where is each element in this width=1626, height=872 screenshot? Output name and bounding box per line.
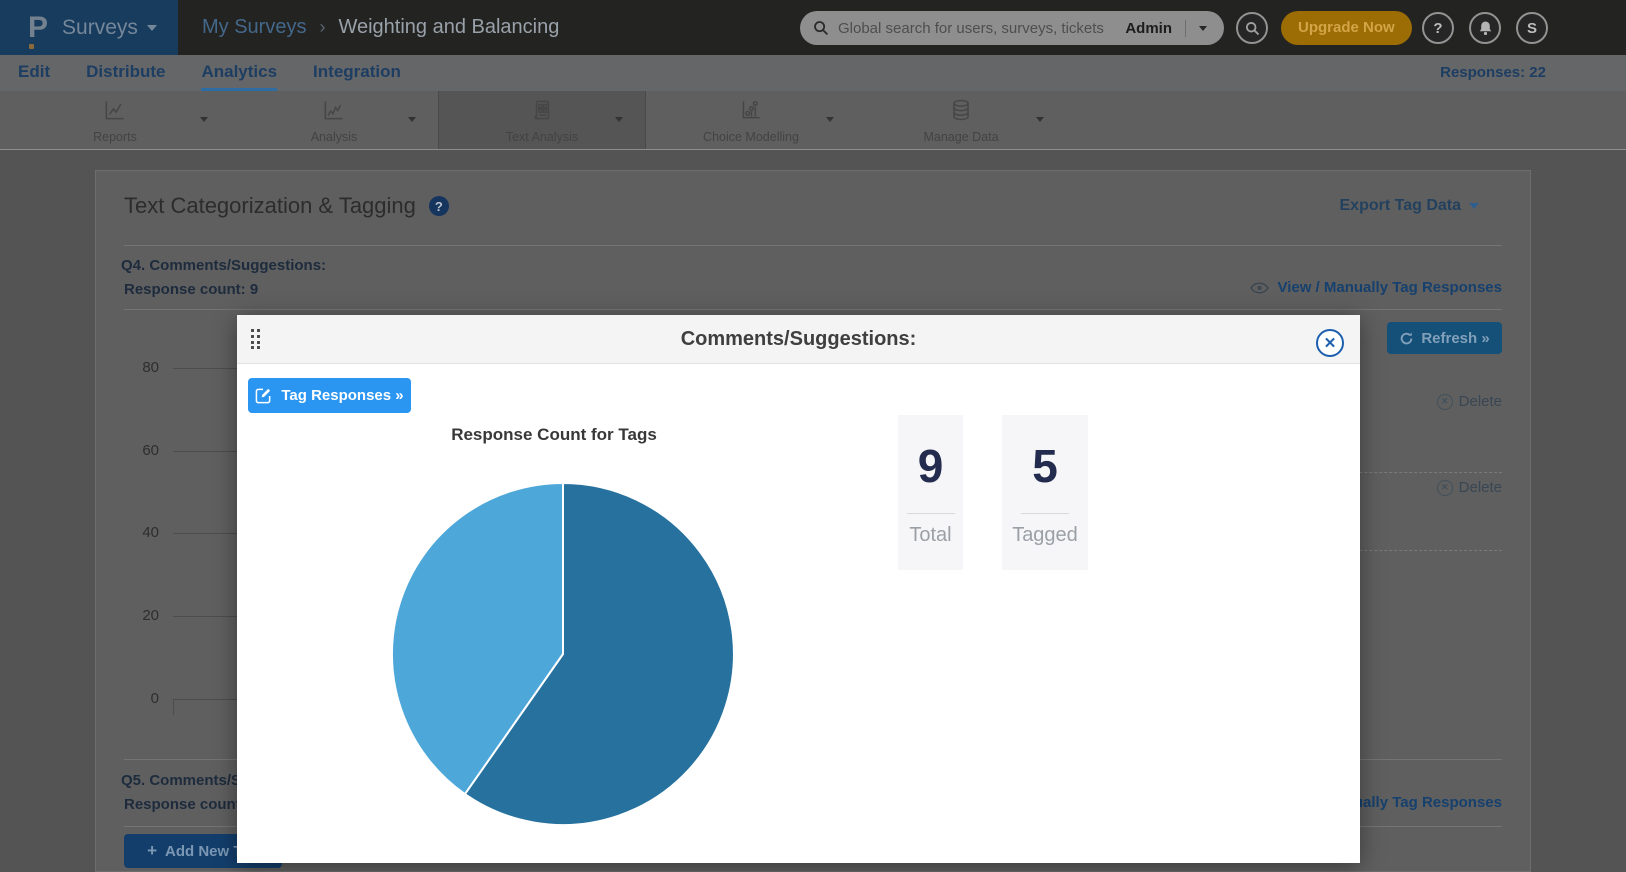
chevron-down-icon[interactable] [200,117,208,122]
tab-integration[interactable]: Integration [313,55,401,91]
drag-handle-icon[interactable] [251,329,260,350]
y-axis-tick: 40 [96,524,159,541]
search-placeholder: Global search for users, surveys, ticket… [838,20,1125,37]
divider [1021,513,1069,514]
export-tag-data-dropdown[interactable]: Export Tag Data [1340,197,1480,215]
line-chart-icon [102,97,128,128]
breadcrumb-current-survey: Weighting and Balancing [338,16,559,39]
divider [124,309,1502,310]
tag-responses-button[interactable]: Tag Responses » [248,378,411,413]
tag-delete-button[interactable]: ✕ Delete [1437,393,1502,410]
divider [124,245,1502,246]
y-axis-tick: 20 [96,607,159,624]
stat-total: 9 Total [898,415,963,570]
stat-tagged-value: 5 [1032,439,1058,493]
toolbar-text-analysis[interactable]: Text Analysis [438,91,646,149]
tab-edit[interactable]: Edit [18,55,50,91]
pie-chart [390,481,736,827]
refresh-icon [1399,331,1414,346]
search-scope-dropdown[interactable] [1199,26,1207,31]
tag-delete-button[interactable]: ✕ Delete [1437,479,1502,496]
chevron-down-icon[interactable] [1036,117,1044,122]
bell-icon [1478,20,1493,36]
q4-response-count: Response count: 9 [124,281,258,298]
toolbar-reports[interactable]: Reports [0,91,230,149]
breadcrumb-my-surveys[interactable]: My Surveys [202,16,306,39]
q4-view-tag-responses-link[interactable]: View / Manually Tag Responses [1250,279,1502,296]
y-axis-tick: 0 [96,690,159,707]
dialog-title: Comments/Suggestions: [237,315,1360,364]
toolbar-choice-modelling[interactable]: Choice Modelling [646,91,856,149]
refresh-button[interactable]: Refresh » [1387,322,1502,354]
dialog-header: Comments/Suggestions: ✕ [237,315,1360,364]
pie-chart-title: Response Count for Tags [404,425,704,445]
toolbar-analysis[interactable]: Analysis [230,91,438,149]
axis-corner [173,699,174,715]
upgrade-now-button[interactable]: Upgrade Now [1281,11,1412,45]
breadcrumb-separator: › [319,17,325,38]
toolbar-manage-data[interactable]: Manage Data [856,91,1066,149]
notifications-button[interactable] [1469,12,1501,44]
search-icon [1245,21,1260,36]
product-switcher[interactable]: P Surveys [0,0,178,55]
chevron-down-icon[interactable] [615,117,623,122]
close-button[interactable]: ✕ [1316,329,1344,357]
document-grid-icon [529,97,555,128]
plus-icon: + [147,841,157,861]
global-search-input[interactable]: Global search for users, surveys, ticket… [800,11,1224,45]
proprofs-logo-icon: P [28,13,48,43]
analytics-toolbar: Reports Analysis Text Analysis [0,91,1626,150]
divider [907,513,955,514]
y-axis-tick: 80 [96,359,159,376]
help-button[interactable]: ? [1422,12,1454,44]
tab-analytics[interactable]: Analytics [201,55,277,91]
close-icon: ✕ [1324,334,1337,352]
search-scope-label: Admin [1125,20,1186,37]
y-axis-tick: 60 [96,442,159,459]
stat-total-label: Total [909,524,951,547]
chevron-down-icon[interactable] [408,117,416,122]
circled-x-icon: ✕ [1437,480,1453,496]
breadcrumb: My Surveys › Weighting and Balancing [202,0,559,55]
edit-pencil-icon [255,387,272,404]
tab-distribute[interactable]: Distribute [86,55,165,91]
top-navbar: P Surveys My Surveys › Weighting and Bal… [0,0,1626,55]
stat-total-value: 9 [918,439,944,493]
chevron-down-icon[interactable] [826,117,834,122]
stat-tagged-label: Tagged [1012,524,1078,547]
user-avatar[interactable]: S [1516,12,1548,44]
eye-icon [1250,282,1269,294]
search-submit-button[interactable] [1236,12,1268,44]
scatter-chart-icon [738,97,764,128]
chevron-down-icon [1469,203,1479,209]
app-window: P Surveys My Surveys › Weighting and Bal… [0,0,1626,872]
chevron-down-icon [147,25,157,31]
panel-title: Text Categorization & Tagging [124,193,416,219]
question-icon: ? [1433,20,1442,37]
comments-suggestions-dialog: Comments/Suggestions: ✕ Tag Responses » … [237,315,1360,863]
help-icon[interactable]: ? [429,196,449,216]
circled-x-icon: ✕ [1437,394,1453,410]
avatar-initial: S [1527,20,1537,37]
search-icon [813,20,829,36]
survey-tabs-bar: Edit Distribute Analytics Integration Re… [0,55,1626,91]
q4-question-label: Q4. Comments/Suggestions: [121,257,326,274]
responses-count: Responses: 22 [1440,55,1546,91]
stat-tagged: 5 Tagged [1002,415,1088,570]
product-name[interactable]: Surveys [62,16,157,40]
database-icon [948,97,974,128]
trend-chart-icon [321,97,347,128]
